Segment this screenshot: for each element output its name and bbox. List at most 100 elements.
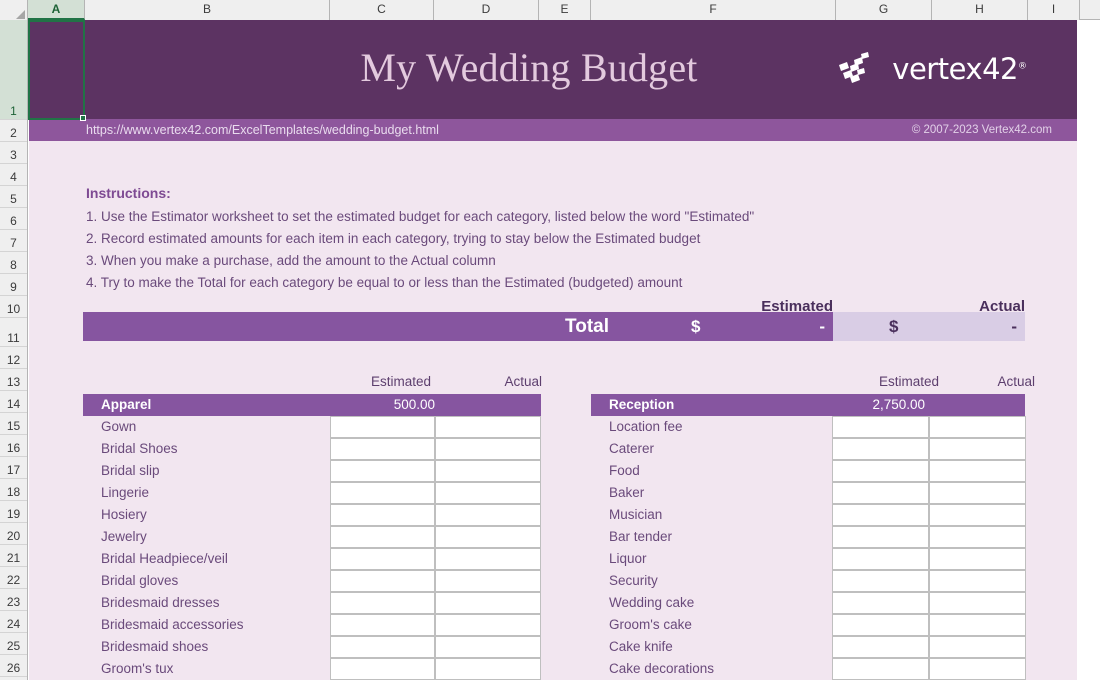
actual-input-cell[interactable] — [929, 460, 1026, 482]
actual-input-cell[interactable] — [435, 570, 541, 592]
total-label: Total — [565, 316, 609, 337]
row-header-3[interactable]: 3 — [0, 142, 27, 164]
estimated-input-cell[interactable] — [832, 636, 929, 658]
column-header-h[interactable]: H — [932, 0, 1028, 20]
row-header-2[interactable]: 2 — [0, 120, 27, 142]
actual-input-cell[interactable] — [929, 614, 1026, 636]
estimated-input-cell[interactable] — [330, 614, 435, 636]
actual-input-cell[interactable] — [929, 504, 1026, 526]
row-header-bar: 1 2 3 4 5 6 7 8 9 10 11 12 13 14 15 16 17 18 19 20 21 22 23 24 2… — [0, 20, 28, 680]
actual-input-cell[interactable] — [929, 416, 1026, 438]
estimated-input-cell[interactable] — [330, 416, 435, 438]
row-header-14[interactable]: 14 — [0, 391, 27, 413]
estimated-input-cell[interactable] — [330, 504, 435, 526]
estimated-input-cell[interactable] — [832, 614, 929, 636]
actual-input-cell[interactable] — [929, 482, 1026, 504]
estimated-input-cell[interactable] — [330, 526, 435, 548]
actual-input-cell[interactable] — [435, 548, 541, 570]
actual-input-cell[interactable] — [929, 438, 1026, 460]
row-header-8[interactable]: 8 — [0, 252, 27, 274]
actual-input-cell[interactable] — [435, 504, 541, 526]
left-table-actual-header: Actual — [504, 374, 542, 389]
actual-input-cell[interactable] — [435, 482, 541, 504]
column-header-g[interactable]: G — [836, 0, 932, 20]
column-header-i[interactable]: I — [1028, 0, 1080, 20]
estimated-input-cell[interactable] — [832, 460, 929, 482]
row-header-11[interactable]: 11 — [0, 318, 27, 347]
estimated-input-cell[interactable] — [330, 636, 435, 658]
vertex42-logo[interactable]: vertex42® — [837, 52, 1027, 86]
left-category-name: Apparel — [101, 397, 152, 412]
column-header-d[interactable]: D — [434, 0, 539, 20]
row-header-20[interactable]: 20 — [0, 523, 27, 545]
actual-input-cell[interactable] — [435, 658, 541, 680]
row-header-21[interactable]: 21 — [0, 545, 27, 567]
row-header-19[interactable]: 19 — [0, 501, 27, 523]
column-header-a[interactable]: A — [28, 0, 85, 20]
row-header-24[interactable]: 24 — [0, 611, 27, 633]
estimated-input-cell[interactable] — [832, 504, 929, 526]
row-header-9[interactable]: 9 — [0, 274, 27, 296]
actual-input-cell[interactable] — [435, 416, 541, 438]
column-header-bar: ABCDEFGHI — [0, 0, 1100, 20]
item-label: Security — [609, 573, 658, 588]
actual-input-cell[interactable] — [435, 460, 541, 482]
estimated-input-cell[interactable] — [330, 592, 435, 614]
row-header-26[interactable]: 26 — [0, 655, 27, 677]
row-header-25[interactable]: 25 — [0, 633, 27, 655]
actual-input-cell[interactable] — [435, 438, 541, 460]
estimated-input-cell[interactable] — [832, 570, 929, 592]
actual-input-cell[interactable] — [435, 592, 541, 614]
actual-input-cell[interactable] — [435, 614, 541, 636]
select-all-corner[interactable] — [0, 0, 28, 20]
column-header-e[interactable]: E — [539, 0, 591, 20]
total-actual-value: - — [1011, 317, 1017, 336]
column-header-c[interactable]: C — [330, 0, 434, 20]
row-header-7[interactable]: 7 — [0, 230, 27, 252]
row-header-4[interactable]: 4 — [0, 164, 27, 186]
row-header-18[interactable]: 18 — [0, 479, 27, 501]
actual-input-cell[interactable] — [929, 592, 1026, 614]
estimated-input-cell[interactable] — [330, 570, 435, 592]
estimated-input-cell[interactable] — [330, 482, 435, 504]
actual-input-cell[interactable] — [929, 636, 1026, 658]
row-header-10[interactable]: 10 — [0, 296, 27, 318]
actual-input-cell[interactable] — [929, 548, 1026, 570]
estimated-input-cell[interactable] — [330, 548, 435, 570]
select-all-triangle-icon — [16, 10, 25, 19]
row-header-5[interactable]: 5 — [0, 186, 27, 208]
row-header-23[interactable]: 23 — [0, 589, 27, 611]
template-url-link[interactable]: https://www.vertex42.com/ExcelTemplates/… — [86, 119, 439, 141]
estimated-input-cell[interactable] — [832, 592, 929, 614]
actual-input-cell[interactable] — [435, 526, 541, 548]
actual-input-cell[interactable] — [435, 636, 541, 658]
actual-input-cell[interactable] — [929, 570, 1026, 592]
row-header-22[interactable]: 22 — [0, 567, 27, 589]
row-header-1[interactable]: 1 — [0, 20, 27, 120]
estimated-input-cell[interactable] — [832, 658, 929, 680]
row-header-6[interactable]: 6 — [0, 208, 27, 230]
column-header-f[interactable]: F — [591, 0, 836, 20]
column-header-b[interactable]: B — [85, 0, 330, 20]
estimated-input-cell[interactable] — [832, 416, 929, 438]
estimated-input-cell[interactable] — [832, 482, 929, 504]
row-header-15[interactable]: 15 — [0, 413, 27, 435]
estimated-input-cell[interactable] — [330, 460, 435, 482]
estimated-input-cell[interactable] — [832, 548, 929, 570]
actual-input-cell[interactable] — [929, 658, 1026, 680]
row-header-16[interactable]: 16 — [0, 435, 27, 457]
estimated-input-cell[interactable] — [330, 438, 435, 460]
item-label: Bridesmaid accessories — [101, 617, 244, 632]
logo-word-text: vertex42 — [892, 51, 1018, 86]
instruction-line-4: 4. Try to make the Total for each catego… — [86, 275, 683, 290]
estimated-input-cell[interactable] — [832, 526, 929, 548]
row-header-12[interactable]: 12 — [0, 347, 27, 369]
item-label: Bridesmaid shoes — [101, 639, 209, 654]
estimated-input-cell[interactable] — [330, 658, 435, 680]
item-label: Groom's cake — [609, 617, 692, 632]
item-label: Baker — [609, 485, 645, 500]
actual-input-cell[interactable] — [929, 526, 1026, 548]
row-header-13[interactable]: 13 — [0, 369, 27, 391]
estimated-input-cell[interactable] — [832, 438, 929, 460]
row-header-17[interactable]: 17 — [0, 457, 27, 479]
